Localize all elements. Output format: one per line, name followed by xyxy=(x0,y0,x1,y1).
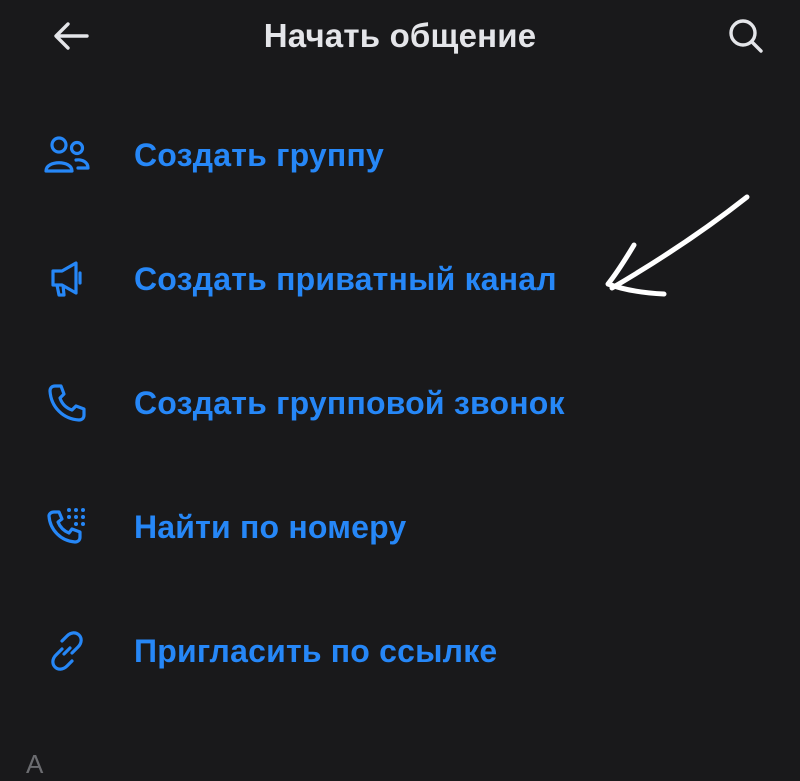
create-group-label: Создать группу xyxy=(134,137,384,173)
group-users-icon xyxy=(40,133,94,177)
find-by-number-label: Найти по номеру xyxy=(134,509,407,545)
create-private-channel-item[interactable]: Создать приватный канал xyxy=(0,229,800,329)
search-icon xyxy=(729,19,763,53)
find-by-number-item[interactable]: Найти по номеру xyxy=(0,477,800,577)
link-icon xyxy=(40,629,94,673)
phone-icon xyxy=(40,381,94,425)
create-group-call-label: Создать групповой звонок xyxy=(134,385,565,421)
invite-by-link-label: Пригласить по ссылке xyxy=(134,633,498,669)
top-app-bar: Начать общение xyxy=(0,0,800,72)
search-button[interactable] xyxy=(720,14,772,58)
invite-by-link-item[interactable]: Пригласить по ссылке xyxy=(0,601,800,701)
page-title: Начать общение xyxy=(263,17,537,54)
create-group-call-item[interactable]: Создать групповой звонок xyxy=(0,353,800,453)
create-private-channel-label: Создать приватный канал xyxy=(134,261,557,297)
dialpad-phone-icon xyxy=(40,505,94,549)
section-index-letter: A xyxy=(26,749,44,779)
megaphone-icon xyxy=(40,257,94,301)
create-group-item[interactable]: Создать группу xyxy=(0,105,800,205)
